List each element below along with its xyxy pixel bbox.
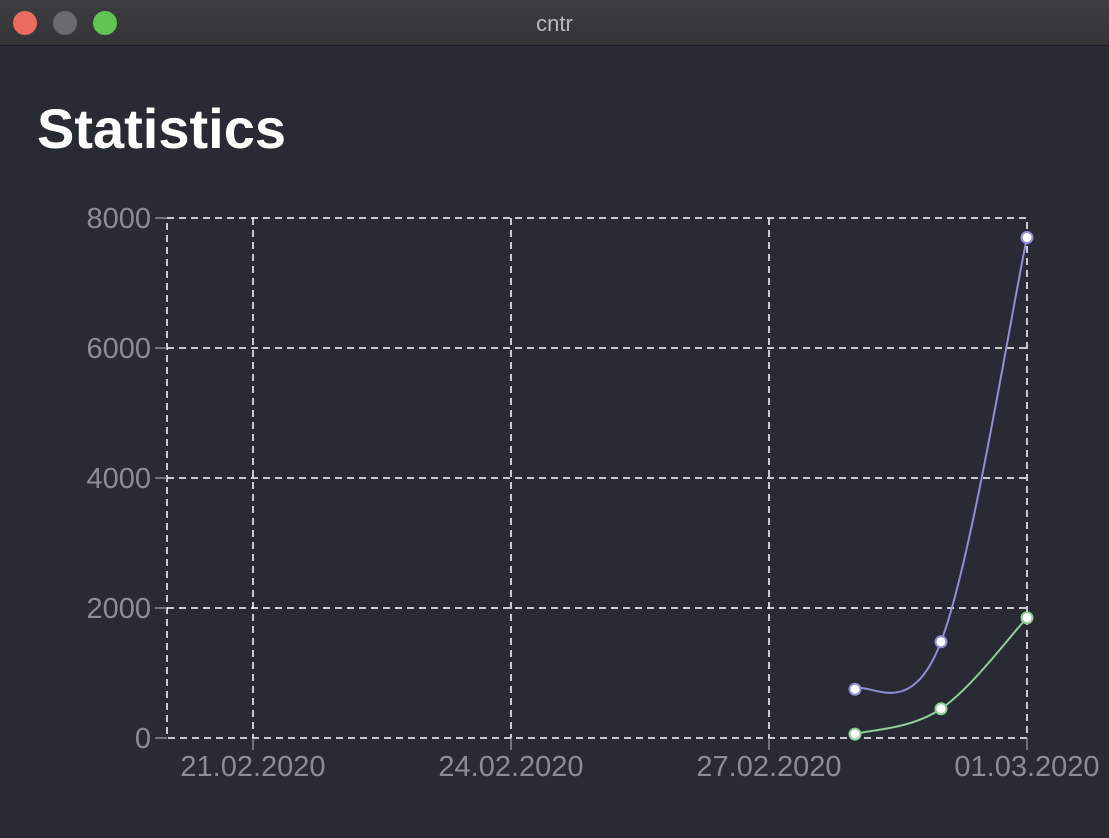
chart-axes: 0 2000 4000 6000 8000 21.02.2020 24.02.2020 27.… [86, 203, 1099, 783]
x-tick-label: 24.02.2020 [438, 751, 583, 783]
series-2-line [854, 617, 1028, 736]
series-2-point[interactable] [848, 727, 862, 741]
y-tick-label: 6000 [86, 333, 151, 365]
statistics-line-chart: 0 2000 4000 6000 8000 21.02.2020 24.02.2020 27.… [86, 203, 1099, 783]
series-1-point[interactable] [934, 635, 948, 649]
y-tick-label: 0 [135, 723, 151, 755]
y-tick-label: 4000 [86, 463, 151, 495]
chart-grid [166, 217, 1028, 739]
chart-series [848, 231, 1034, 741]
series-1-point[interactable] [1020, 231, 1034, 244]
series-1-line [854, 237, 1028, 694]
x-tick-label: 21.02.2020 [180, 751, 325, 783]
y-tick-label: 2000 [86, 593, 151, 625]
series-1-point[interactable] [848, 682, 862, 696]
series-2-point[interactable] [934, 702, 948, 716]
series-2-point[interactable] [1020, 611, 1034, 625]
plot-frame [166, 217, 1028, 739]
app-window: cntr Statistics 0 2000 4000 6000 8000 21.02.2… [0, 0, 1109, 838]
y-tick-label: 8000 [86, 203, 151, 235]
x-tick-label: 27.02.2020 [696, 751, 841, 783]
x-tick-label: 01.03.2020 [954, 751, 1099, 783]
